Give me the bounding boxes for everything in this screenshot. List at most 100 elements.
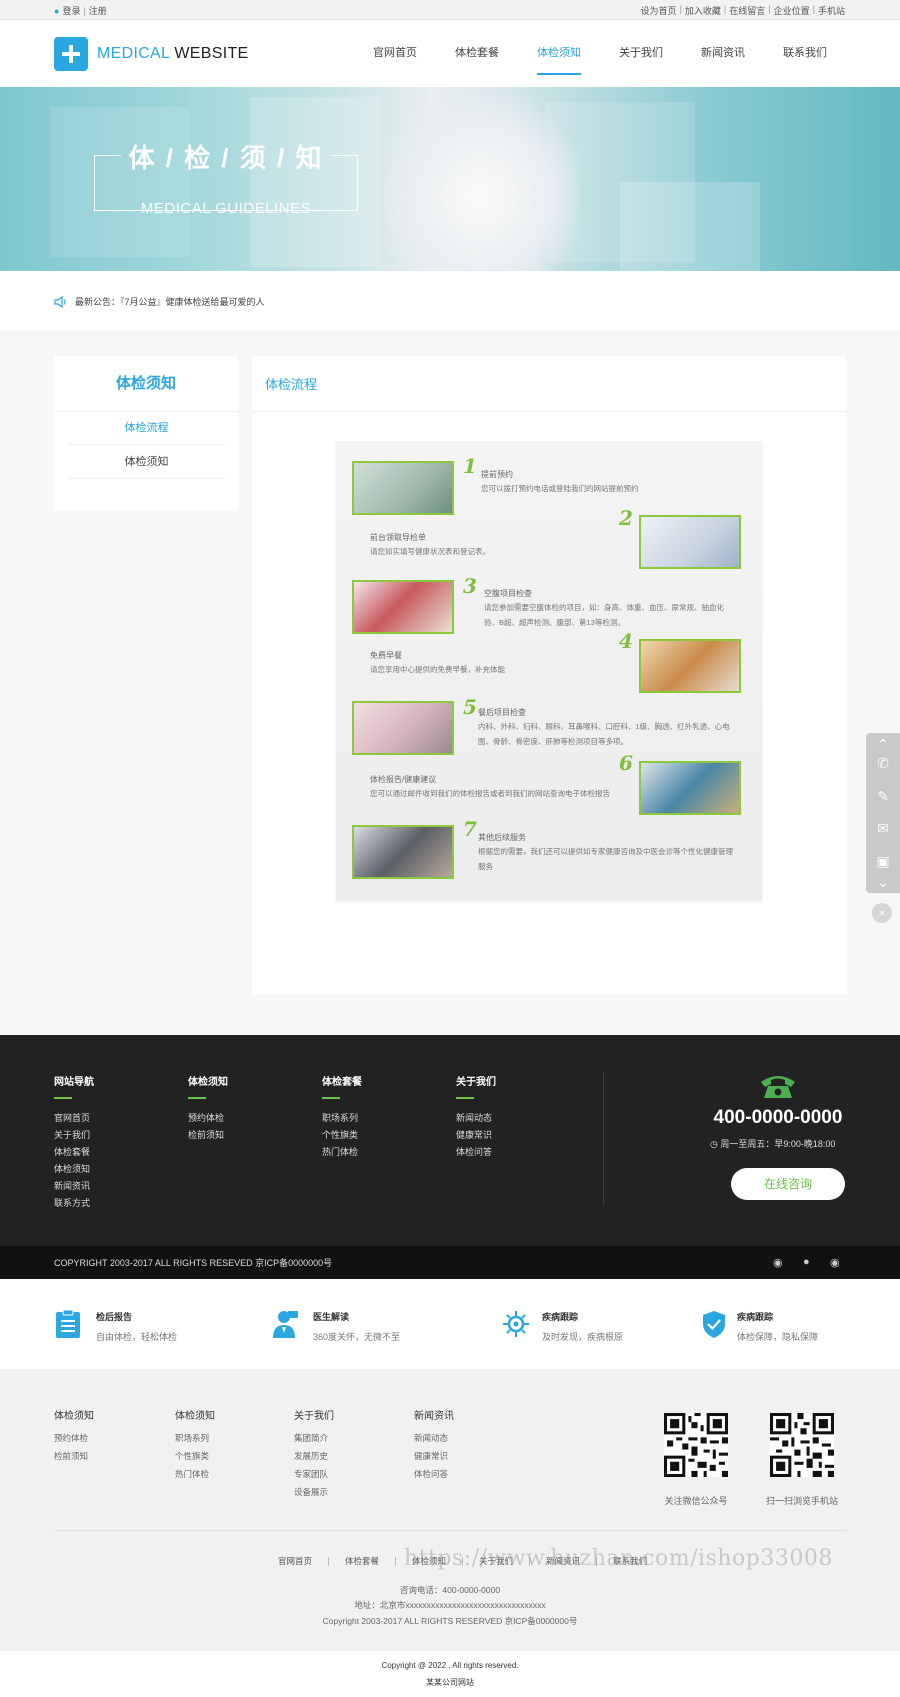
lower-col-title: 新闻资讯 <box>414 1411 454 1422</box>
lower-link[interactable]: 集团简介 <box>294 1432 328 1444</box>
set-homepage-link[interactable]: 设为首页 <box>641 4 677 17</box>
feature-desc: 体检保障，隐私保障 <box>737 1332 819 1342</box>
add-favorite-link[interactable]: 加入收藏 <box>685 4 721 17</box>
clipboard-icon <box>56 1309 80 1338</box>
step-6-number: 6 <box>619 751 633 775</box>
step-4-desc: 请您享用中心提供的免费早餐，补充体能 <box>370 665 505 674</box>
footer-link[interactable]: 新闻资讯 <box>54 1179 90 1192</box>
step-5-photo <box>352 701 454 755</box>
footer-link[interactable]: 体检套餐 <box>54 1145 90 1158</box>
step-3-photo <box>352 580 454 634</box>
step-2-desc: 请您如实填写健康状况表和登记表。 <box>370 547 490 556</box>
step-5-number: 5 <box>463 695 477 719</box>
footer-link[interactable]: 职场系列 <box>322 1111 358 1124</box>
lower-link[interactable]: 专家团队 <box>294 1468 328 1480</box>
step-7-photo <box>352 825 454 879</box>
company-location-link[interactable]: 企业位置 <box>774 4 810 17</box>
qq-icon[interactable]: ● <box>803 1256 816 1268</box>
step-2-photo <box>639 515 741 569</box>
lower-link[interactable]: 体检问答 <box>414 1468 448 1480</box>
content-title: 体检流程 <box>265 377 318 392</box>
contact-phone: 咨询电话：400-0000-0000 <box>399 1585 501 1595</box>
weibo-icon[interactable]: ◉ <box>773 1256 786 1269</box>
step-2-title: 前台领取导检单 <box>370 533 426 542</box>
footer-link[interactable]: 体检须知 <box>54 1162 90 1175</box>
speaker-icon <box>54 296 66 308</box>
lower-link[interactable]: 检前须知 <box>54 1450 88 1462</box>
sidebar-item-process[interactable]: 体检流程 <box>68 412 225 445</box>
nav-contact[interactable]: 联系我们 <box>764 20 846 87</box>
footer-link[interactable]: 个性旗类 <box>322 1128 358 1141</box>
wechat-icon[interactable]: ◉ <box>830 1256 843 1269</box>
map-icon[interactable]: ▣ <box>866 850 900 872</box>
footer-link[interactable]: 关于我们 <box>54 1128 90 1141</box>
online-consult-button[interactable]: 在线咨询 <box>731 1168 845 1200</box>
step-7-number: 7 <box>463 817 477 841</box>
phone-icon[interactable]: ✆ <box>866 752 900 774</box>
edit-icon[interactable]: ✎ <box>866 785 900 807</box>
nav-news[interactable]: 新闻资讯 <box>682 20 764 87</box>
lower-link[interactable]: 热门体检 <box>175 1468 209 1480</box>
footer-col-bar <box>54 1097 72 1099</box>
footer-link[interactable]: 联系方式 <box>54 1196 90 1209</box>
footer-link[interactable]: 健康常识 <box>456 1128 492 1141</box>
footer-link[interactable]: 热门体检 <box>322 1145 358 1158</box>
watermark-text: https://www.huzhan.com/ishop33008 <box>404 1546 833 1571</box>
step-3-desc: 请您参加需要空腹体检的项目，如：身高、体重、血压、尿常规、抽血化验、B超、超声检… <box>484 603 724 627</box>
shield-check-icon <box>703 1311 725 1338</box>
lower-link[interactable]: 个性旗类 <box>175 1450 209 1462</box>
step-7-desc: 根据您的需要，我们还可以提供如专家健康咨询及中医会诊等个性化健康管理服务 <box>478 847 733 871</box>
chevron-down-icon[interactable]: ⌄ <box>866 871 900 893</box>
lower-link[interactable]: 预约体检 <box>54 1432 88 1444</box>
logo-text[interactable]: MEDICAL WEBSITE <box>97 45 249 63</box>
step-4-number: 4 <box>619 629 633 653</box>
clock-icon: ◷ <box>710 1139 718 1149</box>
lower-link[interactable]: 设备展示 <box>294 1486 328 1498</box>
nav-guidelines[interactable]: 体检须知 <box>518 20 600 87</box>
footer-link[interactable]: 检前须知 <box>188 1128 224 1141</box>
bottom-nav-link[interactable]: 体检套餐 <box>329 1557 397 1566</box>
lower-link[interactable]: 职场系列 <box>175 1432 209 1444</box>
lower-link[interactable]: 新闻动态 <box>414 1432 448 1444</box>
lower-link[interactable]: 健康常识 <box>414 1450 448 1462</box>
step-5-desc: 内科、外科、妇科、眼科、耳鼻喉科、口腔科、1级、胸透、红外乳透、心电图、骨龄、骨… <box>478 722 730 746</box>
step-1-photo <box>352 461 454 515</box>
nav-packages[interactable]: 体检套餐 <box>436 20 518 87</box>
close-icon[interactable]: × <box>872 903 892 923</box>
online-message-link[interactable]: 在线留言 <box>729 4 765 17</box>
nav-about[interactable]: 关于我们 <box>600 20 682 87</box>
step-1-title: 提前预约 <box>481 470 513 479</box>
wechat-qr-code <box>664 1413 728 1477</box>
content-divider <box>252 411 846 412</box>
banner-subtitle: MEDICAL GUIDELINES <box>140 200 312 217</box>
footer-link[interactable]: 新闻动态 <box>456 1111 492 1124</box>
footer-link[interactable]: 体检问答 <box>456 1145 492 1158</box>
banner-title: 体 / 检 / 须 / 知 <box>128 143 324 173</box>
notice-text[interactable]: 最新公告：『7月公益』健康体检送给最可爱的人 <box>75 295 265 308</box>
footer-col-bar <box>456 1097 474 1099</box>
mail-icon[interactable]: ✉ <box>866 817 900 839</box>
lower-link[interactable]: 发展历史 <box>294 1450 328 1462</box>
lower-col-title: 体检须知 <box>54 1411 94 1422</box>
footer-col-title: 体检须知 <box>188 1077 228 1088</box>
footer-col-title: 体检套餐 <box>322 1077 362 1088</box>
footer-link[interactable]: 官网首页 <box>54 1111 90 1124</box>
step-6-desc: 您可以通过邮件收到我们的体检报告或者到我们的网站查询电子体检报告 <box>370 789 610 798</box>
mobile-site-link[interactable]: 手机站 <box>818 4 845 17</box>
login-link[interactable]: 登录 <box>62 4 80 17</box>
lower-copyright: Copyright 2003-2017 ALL RIGHTS RESERVED … <box>322 1616 578 1626</box>
step-2-number: 2 <box>619 506 633 530</box>
nav-home[interactable]: 官网首页 <box>354 20 436 87</box>
register-link[interactable]: 注册 <box>89 4 107 17</box>
sidebar-item-guidelines[interactable]: 体检须知 <box>68 446 225 479</box>
mobile-site-qr-code <box>770 1413 834 1477</box>
footer-link[interactable]: 预约体检 <box>188 1111 224 1124</box>
medical-cross-logo-icon[interactable] <box>54 37 88 71</box>
user-icon: ● <box>54 5 60 16</box>
company-name: 某某公司网站 <box>426 1678 474 1687</box>
qr-label: 扫一扫浏览手机站 <box>765 1496 838 1506</box>
bottom-nav-link[interactable]: 官网首页 <box>262 1557 330 1566</box>
footer-col-bar <box>188 1097 206 1099</box>
step-3-title: 空腹项目检查 <box>484 589 532 598</box>
virus-icon <box>503 1311 529 1337</box>
